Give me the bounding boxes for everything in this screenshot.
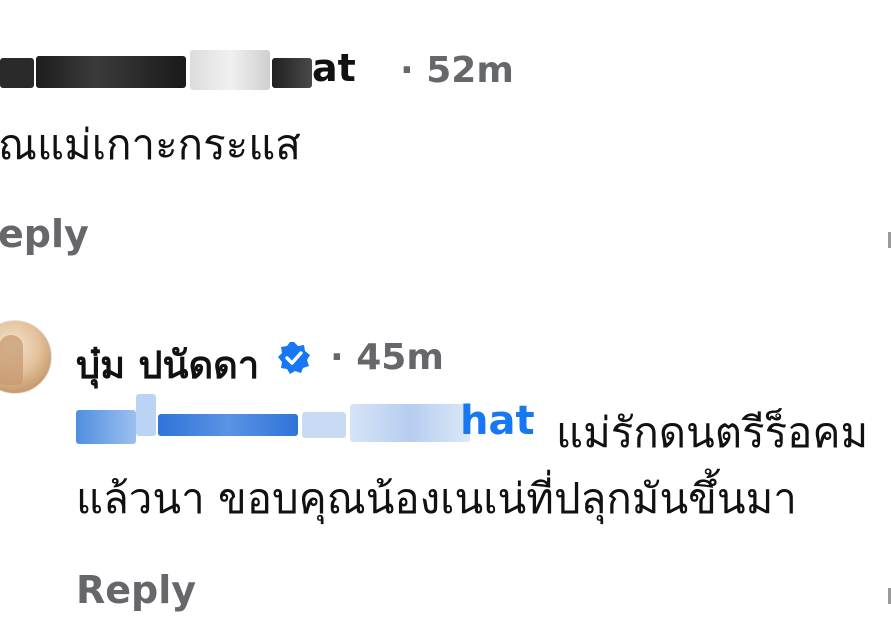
comment-2-timestamp[interactable]: · 45m xyxy=(330,337,444,378)
mention-visible-suffix: hat xyxy=(460,398,535,444)
comment-1-author-name[interactable]: at xyxy=(0,46,390,96)
comment-1-author-name-redacted xyxy=(272,58,312,88)
comment-2-text-line-1: แม่รักดนตรีร็อคม xyxy=(556,408,869,457)
comment-1-timestamp[interactable]: · 52m xyxy=(400,50,514,91)
separator-dot: · xyxy=(330,337,344,378)
mention-redacted xyxy=(136,394,156,436)
timestamp-text: 52m xyxy=(426,50,514,91)
comment-2-reply-button[interactable]: Reply xyxy=(76,568,196,612)
comment-1-text: ณแม่เกาะกระแส xyxy=(0,120,301,169)
comment-2-mention-link[interactable]: hat xyxy=(76,394,546,450)
comment-2-text-line-2: แล้วนา ขอบคุณน้องเนเน่ที่ปลุกมันขึ้นมา xyxy=(76,474,797,523)
mention-redacted xyxy=(350,404,470,442)
mention-redacted xyxy=(158,414,298,436)
mention-redacted xyxy=(76,410,136,444)
avatar[interactable] xyxy=(0,320,52,394)
verified-badge-icon xyxy=(276,340,312,376)
comment-1-reply-button[interactable]: eply xyxy=(0,212,89,256)
mention-redacted xyxy=(302,412,346,438)
comment-1-author-name-redacted xyxy=(190,50,270,90)
separator-dot: · xyxy=(400,50,414,91)
avatar-figure xyxy=(0,335,23,385)
comment-1-author-name-suffix: at xyxy=(312,46,356,90)
comment-2-author-name[interactable]: บุ๋ม ปนัดดา xyxy=(76,334,259,395)
comment-1-author-name-redacted xyxy=(36,56,186,88)
timestamp-text: 45m xyxy=(356,337,444,378)
comment-1-author-name-redacted xyxy=(0,58,34,88)
